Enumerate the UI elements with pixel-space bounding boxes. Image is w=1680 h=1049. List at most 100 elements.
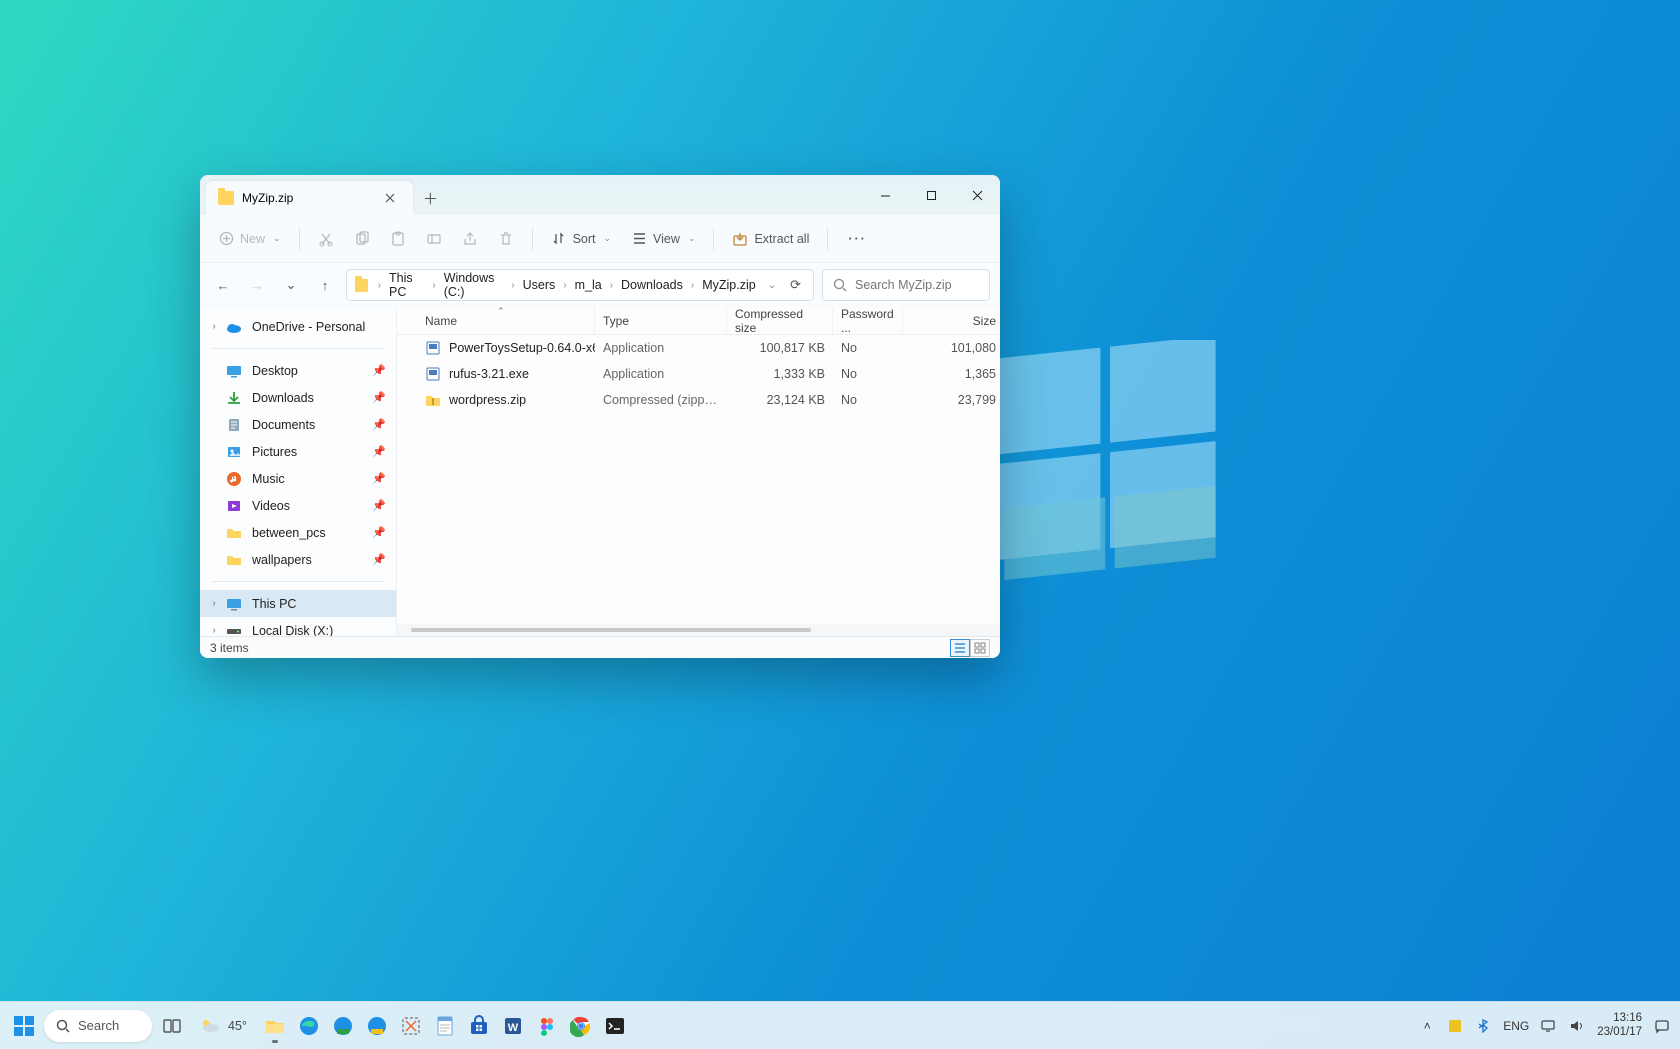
sidebar-item-this-pc[interactable]: ›This PC: [200, 590, 396, 617]
address-bar[interactable]: › This PC› Windows (C:)› Users› m_la› Do…: [346, 269, 814, 301]
cut-icon: [318, 231, 334, 247]
copy-button: [346, 225, 378, 253]
taskbar-app-file-explorer[interactable]: [261, 1006, 289, 1046]
chevron-right-icon: ›: [208, 321, 220, 332]
tray-chevron-up-icon[interactable]: ˄: [1419, 1018, 1435, 1034]
zip-folder-icon: [355, 279, 368, 292]
tray-notifications-icon[interactable]: [1654, 1018, 1670, 1034]
pin-icon: 📌: [372, 499, 386, 512]
taskbar-search[interactable]: Search: [44, 1010, 152, 1042]
file-row[interactable]: PowerToysSetup-0.64.0-x64.exeApplication…: [397, 335, 1000, 361]
weather-widget[interactable]: 45°: [200, 1015, 247, 1037]
file-list-panel: ⌃ Name Type Compressed size Password ...…: [397, 307, 1000, 636]
crumb-c[interactable]: Windows (C:): [442, 269, 506, 301]
recent-caret[interactable]: ⌄: [278, 271, 304, 299]
minimize-button[interactable]: [862, 175, 908, 215]
plus-circle-icon: [218, 231, 234, 247]
col-compressed-size[interactable]: Compressed size: [727, 307, 833, 334]
crumb-this-pc[interactable]: This PC: [387, 269, 426, 301]
tab-title: MyZip.zip: [242, 191, 293, 205]
cut-button: [310, 225, 342, 253]
tray-language[interactable]: ENG: [1503, 1019, 1529, 1033]
details-view-toggle[interactable]: [950, 639, 970, 657]
view-button[interactable]: View⌄: [623, 225, 703, 253]
new-tab-button[interactable]: ＋: [413, 181, 447, 215]
column-headers: ⌃ Name Type Compressed size Password ...…: [397, 307, 1000, 335]
taskbar-app-store[interactable]: [465, 1006, 493, 1046]
music-icon: [226, 471, 242, 487]
thumbnails-view-toggle[interactable]: [970, 639, 990, 657]
tab-close-button[interactable]: [381, 189, 399, 207]
taskbar-app-chrome[interactable]: [567, 1006, 595, 1046]
address-history-caret[interactable]: ⌄: [762, 280, 782, 291]
paste-icon: [390, 231, 406, 247]
start-button[interactable]: [10, 1012, 38, 1040]
sidebar-item-wallpapers[interactable]: wallpapers📌: [200, 546, 396, 573]
search-icon: [833, 278, 847, 292]
sidebar-item-onedrive[interactable]: › OneDrive - Personal: [200, 313, 396, 340]
col-name[interactable]: Name: [417, 307, 595, 334]
new-button[interactable]: New⌄: [210, 225, 289, 253]
pin-icon: 📌: [372, 472, 386, 485]
sidebar-item-desktop[interactable]: Desktop📌: [200, 357, 396, 384]
copy-icon: [354, 231, 370, 247]
taskbar-app-edge-beta[interactable]: [329, 1006, 357, 1046]
search-box[interactable]: [822, 269, 990, 301]
titlebar: MyZip.zip ＋: [200, 175, 1000, 215]
pin-icon: 📌: [372, 364, 386, 377]
documents-icon: [226, 417, 242, 433]
share-button: [454, 225, 486, 253]
pin-icon: 📌: [372, 391, 386, 404]
sort-indicator-icon: ⌃: [497, 306, 505, 317]
crumb-downloads[interactable]: Downloads: [619, 276, 685, 294]
tray-network-icon[interactable]: [1541, 1018, 1557, 1034]
extract-all-button[interactable]: Extract all: [724, 225, 817, 253]
col-password[interactable]: Password ...: [833, 307, 903, 334]
desktop-icon: [226, 363, 242, 379]
maximize-button[interactable]: [908, 175, 954, 215]
task-view-button[interactable]: [158, 1006, 186, 1046]
crumb-users[interactable]: Users: [521, 276, 558, 294]
taskbar-app-edge-canary[interactable]: [363, 1006, 391, 1046]
sidebar-item-music[interactable]: Music📌: [200, 465, 396, 492]
taskbar-app-terminal[interactable]: [601, 1006, 629, 1046]
tab-myzip[interactable]: MyZip.zip: [206, 181, 413, 215]
horizontal-scrollbar[interactable]: [397, 624, 1000, 636]
taskbar-app-notepad[interactable]: [431, 1006, 459, 1046]
pin-icon: 📌: [372, 526, 386, 539]
pictures-icon: [226, 444, 242, 460]
sidebar-item-pictures[interactable]: Pictures📌: [200, 438, 396, 465]
tray-clock[interactable]: 13:16 23/01/17: [1597, 1012, 1642, 1038]
refresh-button[interactable]: ⟳: [786, 277, 805, 293]
sidebar-item-local-disk[interactable]: ›Local Disk (X:): [200, 617, 396, 636]
sort-button[interactable]: Sort⌄: [543, 225, 619, 253]
col-type[interactable]: Type: [595, 307, 727, 334]
forward-button[interactable]: →: [244, 271, 270, 299]
extract-icon: [732, 231, 748, 247]
view-icon: [631, 231, 647, 247]
chevron-right-icon: ›: [208, 625, 220, 636]
up-button[interactable]: ↑: [312, 271, 338, 299]
file-row[interactable]: wordpress.zipCompressed (zipped) Fol...2…: [397, 387, 1000, 413]
tray-security-icon[interactable]: [1447, 1018, 1463, 1034]
search-input[interactable]: [855, 278, 979, 292]
file-row[interactable]: rufus-3.21.exeApplication1,333 KBNo1,365: [397, 361, 1000, 387]
taskbar-app-word[interactable]: W: [499, 1006, 527, 1046]
folder-icon: [226, 552, 242, 568]
taskbar-app-figma[interactable]: [533, 1006, 561, 1046]
tray-bluetooth-icon[interactable]: [1475, 1018, 1491, 1034]
sidebar-item-downloads[interactable]: Downloads📌: [200, 384, 396, 411]
taskbar-app-edge[interactable]: [295, 1006, 323, 1046]
more-options-button[interactable]: ···: [838, 226, 877, 252]
tray-volume-icon[interactable]: [1569, 1018, 1585, 1034]
back-button[interactable]: ←: [210, 271, 236, 299]
sidebar-item-documents[interactable]: Documents📌: [200, 411, 396, 438]
col-size[interactable]: Size: [903, 307, 1000, 334]
crumb-myzip[interactable]: MyZip.zip: [700, 276, 757, 294]
crumb-user[interactable]: m_la: [573, 276, 604, 294]
sidebar-item-between-pcs[interactable]: between_pcs📌: [200, 519, 396, 546]
share-icon: [462, 231, 478, 247]
sidebar-item-videos[interactable]: Videos📌: [200, 492, 396, 519]
taskbar-app-snipping[interactable]: [397, 1006, 425, 1046]
close-button[interactable]: [954, 175, 1000, 215]
